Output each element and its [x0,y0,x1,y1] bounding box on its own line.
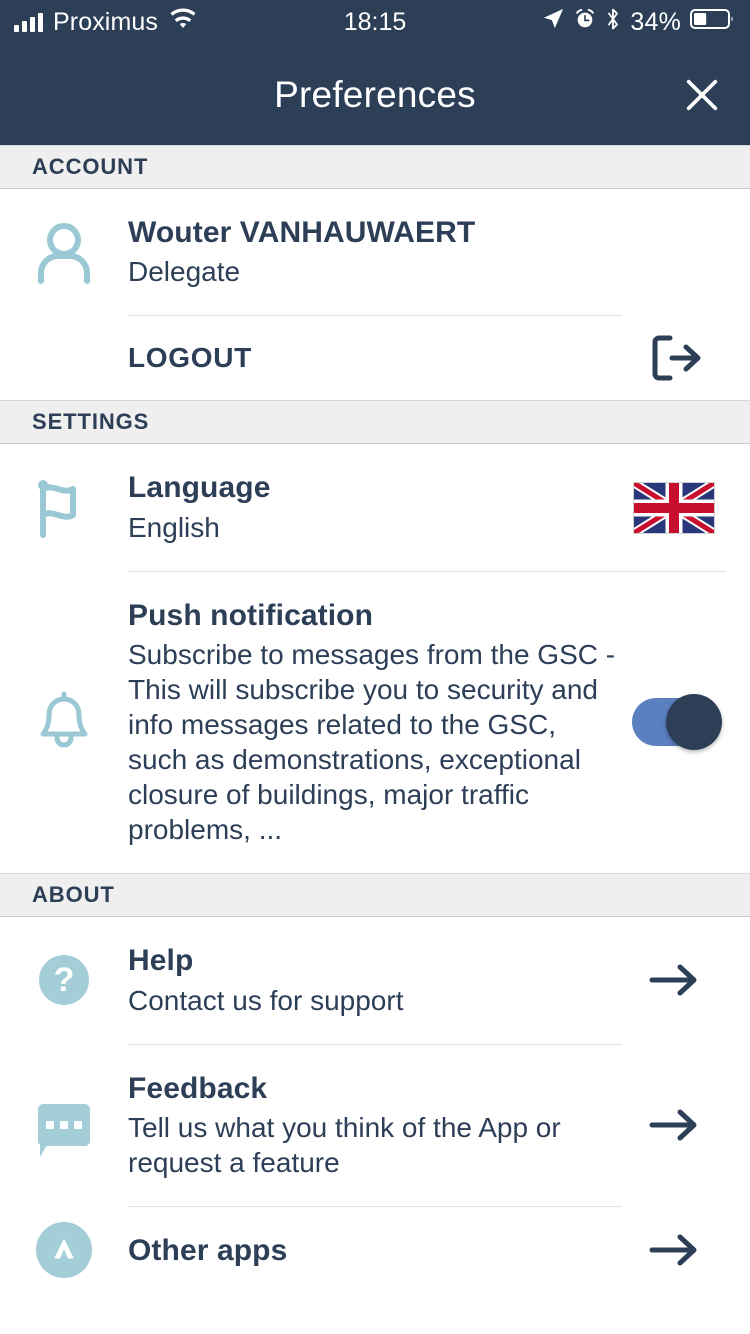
push-notification-row[interactable]: Push notification Subscribe to messages … [0,571,750,874]
status-bar: Proximus 18:15 34% [0,0,750,44]
location-arrow-icon [542,7,565,37]
account-user-role: Delegate [128,256,241,288]
feedback-subtitle: Tell us what you think of the App or req… [128,1111,561,1178]
section-header-label: SETTINGS [32,409,150,435]
uk-flag-icon[interactable] [622,481,726,534]
help-question-icon: ? [0,955,128,1006]
logout-row[interactable]: LOGOUT [0,315,750,401]
section-header-label: ACCOUNT [32,154,149,179]
feedback-bubble-icon [0,1103,128,1157]
status-bar-right: 34% [406,7,736,38]
push-notification-description: Subscribe to messages from the GSC - Thi… [128,639,616,846]
page-title: Preferences [274,73,476,115]
signal-bars-icon [14,12,43,32]
feedback-arrow-right-icon[interactable] [622,1104,726,1146]
feedback-row[interactable]: Feedback Tell us what you think of the A… [0,1043,750,1206]
feedback-row-body: Feedback Tell us what you think of the A… [128,1043,622,1206]
help-title: Help [128,944,194,978]
push-notification-toggle[interactable] [622,694,726,751]
language-row[interactable]: Language English [0,444,750,571]
nav-bar: Preferences [0,44,750,145]
logout-icon[interactable] [622,332,726,384]
battery-icon [690,7,736,38]
alarm-clock-icon [574,8,596,37]
help-subtitle: Contact us for support [128,984,404,1016]
account-profile-text: Wouter VANHAUWAERT Delegate [128,189,622,315]
other-apps-row[interactable]: Other apps [0,1205,750,1295]
account-profile-row[interactable]: Wouter VANHAUWAERT Delegate [0,189,750,316]
status-bar-left: Proximus [14,8,344,37]
push-notification-title: Push notification [128,598,374,632]
status-bar-clock: 18:15 [343,7,407,36]
section-header-label: ABOUT [32,882,115,908]
wifi-icon [168,7,198,37]
toggle-knob[interactable] [666,694,722,751]
logout-row-body: LOGOUT [128,315,622,400]
other-apps-icon [0,1222,128,1279]
status-bar-center: 18:15 [344,8,407,37]
language-row-body: Language English [128,444,622,570]
push-notification-body: Push notification Subscribe to messages … [128,572,622,873]
person-icon [0,219,128,285]
bell-icon [0,689,128,755]
help-row[interactable]: ? Help Contact us for support [0,917,750,1044]
help-row-body: Help Contact us for support [128,917,622,1043]
section-header-about: ABOUT [0,873,750,918]
close-icon[interactable] [678,71,726,119]
bluetooth-icon [605,7,621,38]
flag-icon [0,475,128,541]
battery-percent: 34% [630,7,681,36]
other-apps-arrow-right-icon[interactable] [622,1229,726,1271]
language-value: English [128,511,220,543]
preferences-screen: Proximus 18:15 34% Preferences ACCOUNT W… [0,0,750,1334]
section-header-settings: SETTINGS [0,400,750,445]
feedback-title: Feedback [128,1071,268,1105]
other-apps-row-body: Other apps [128,1205,622,1294]
help-arrow-right-icon[interactable] [622,959,726,1001]
section-header-account: ACCOUNT [0,145,750,189]
account-user-name: Wouter VANHAUWAERT [128,216,476,249]
language-title: Language [128,471,271,505]
logout-label: LOGOUT [128,342,252,374]
carrier-name: Proximus [53,7,158,36]
other-apps-title: Other apps [128,1233,288,1267]
